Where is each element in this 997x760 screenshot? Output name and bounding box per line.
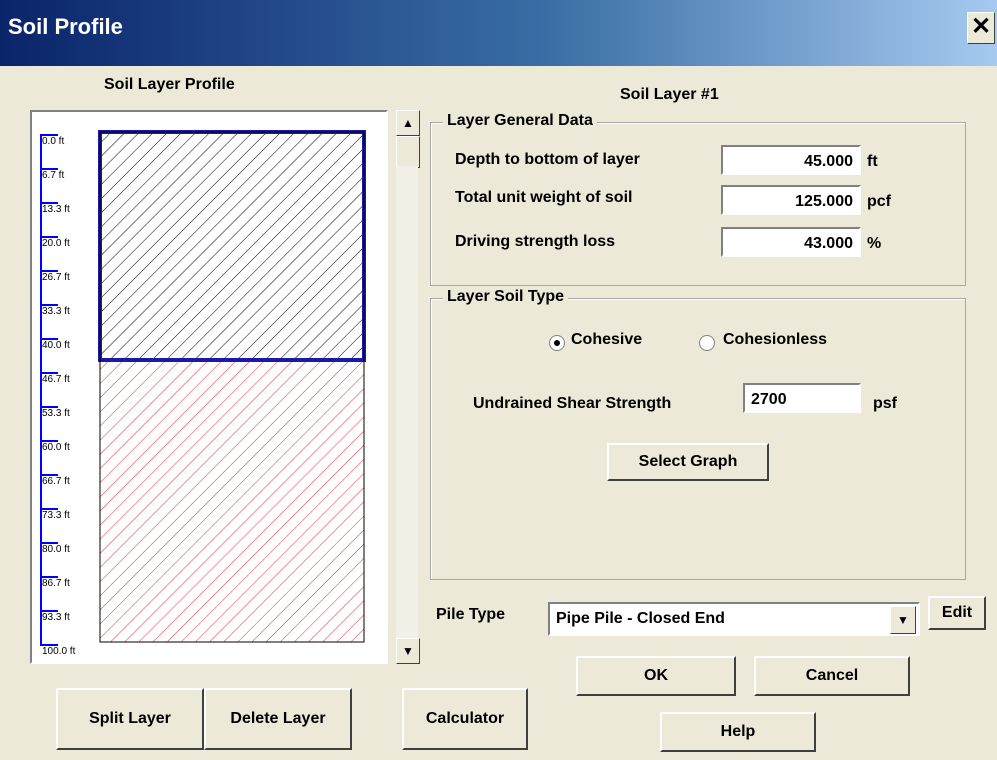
unit-weight-label: Total unit weight of soil [455, 189, 633, 206]
scroll-thumb[interactable] [396, 136, 420, 168]
close-button[interactable]: ✕ [967, 12, 995, 44]
strength-loss-unit: % [867, 235, 882, 252]
depth-tick-label: 60.0 ft [42, 442, 70, 453]
depth-tick-label: 40.0 ft [42, 340, 70, 351]
depth-label: Depth to bottom of layer [455, 151, 640, 168]
depth-tick-label: 26.7 ft [42, 272, 70, 283]
chevron-down-icon[interactable]: ▼ [890, 606, 916, 634]
shear-strength-unit: psf [873, 395, 897, 412]
help-button[interactable]: Help [660, 712, 816, 752]
soil-type-legend: Layer Soil Type [443, 288, 569, 306]
cohesionless-label[interactable]: Cohesionless [723, 331, 827, 349]
soil-layer-2[interactable] [99, 359, 365, 643]
depth-tick-label: 20.0 ft [42, 238, 70, 249]
cohesive-radio[interactable] [549, 335, 565, 351]
depth-tick-label: 100.0 ft [42, 646, 76, 657]
depth-tick-label: 13.3 ft [42, 204, 70, 215]
soil-layer-profile-canvas[interactable]: 0.0 ft 6.7 ft 13.3 ft 20.0 ft 26.7 ft 33.3 ft… [30, 110, 388, 664]
general-data-legend: Layer General Data [443, 112, 597, 130]
profile-svg [98, 130, 366, 643]
cohesive-label[interactable]: Cohesive [571, 331, 642, 349]
pile-type-value: Pipe Pile - Closed End [556, 610, 725, 627]
depth-tick-label: 53.3 ft [42, 408, 70, 419]
depth-tick-label: 6.7 ft [42, 170, 65, 181]
unit-weight-input[interactable]: 125.000 [721, 185, 861, 215]
depth-tick-label: 33.3 ft [42, 306, 70, 317]
edit-pile-button[interactable]: Edit [928, 596, 986, 630]
pile-type-select[interactable]: Pipe Pile - Closed End ▼ [548, 602, 920, 636]
layer-title: Soil Layer #1 [620, 86, 719, 103]
depth-tick-label: 46.7 ft [42, 374, 70, 385]
radio-selected-dot [554, 340, 560, 346]
shear-strength-input[interactable]: 2700 [743, 383, 861, 413]
depth-tick-label: 80.0 ft [42, 544, 70, 555]
unit-weight-unit: pcf [867, 193, 891, 210]
scroll-up-arrow-icon[interactable]: ▲ [396, 110, 420, 136]
split-layer-button[interactable]: Split Layer [56, 688, 204, 750]
depth-tick-label: 93.3 ft [42, 612, 70, 623]
scroll-track[interactable] [396, 166, 418, 640]
depth-tick-label: 86.7 ft [42, 578, 70, 589]
calculator-button[interactable]: Calculator [402, 688, 528, 750]
title-bar: Soil Profile ✕ [0, 0, 997, 66]
depth-unit: ft [867, 153, 878, 170]
depth-tick-label: 66.7 ft [42, 476, 70, 487]
profile-scrollbar[interactable]: ▲ ▼ [396, 110, 420, 664]
depth-tick-label: 0.0 ft [42, 136, 65, 147]
soil-profile-dialog: Soil Profile ✕ Soil Layer Profile 0.0 ft… [0, 0, 997, 760]
window-title: Soil Profile [8, 14, 123, 39]
shear-strength-label: Undrained Shear Strength [473, 395, 672, 412]
strength-loss-label: Driving strength loss [455, 233, 616, 250]
ok-button[interactable]: OK [576, 656, 736, 696]
soil-layer-1[interactable] [98, 130, 366, 362]
profile-heading: Soil Layer Profile [104, 76, 235, 93]
pile-type-label: Pile Type [436, 606, 506, 623]
strength-loss-input[interactable]: 43.000 [721, 227, 861, 257]
general-data-group: Layer General Data Depth to bottom of la… [430, 112, 966, 286]
cancel-button[interactable]: Cancel [754, 656, 910, 696]
scroll-down-arrow-icon[interactable]: ▼ [396, 638, 420, 664]
delete-layer-button[interactable]: Delete Layer [204, 688, 352, 750]
cohesionless-radio[interactable] [699, 335, 715, 351]
depth-input[interactable]: 45.000 [721, 145, 861, 175]
select-graph-button[interactable]: Select Graph [607, 443, 769, 481]
depth-tick-label: 73.3 ft [42, 510, 70, 521]
soil-type-group: Layer Soil Type Cohesive Cohesionless Un… [430, 288, 966, 580]
